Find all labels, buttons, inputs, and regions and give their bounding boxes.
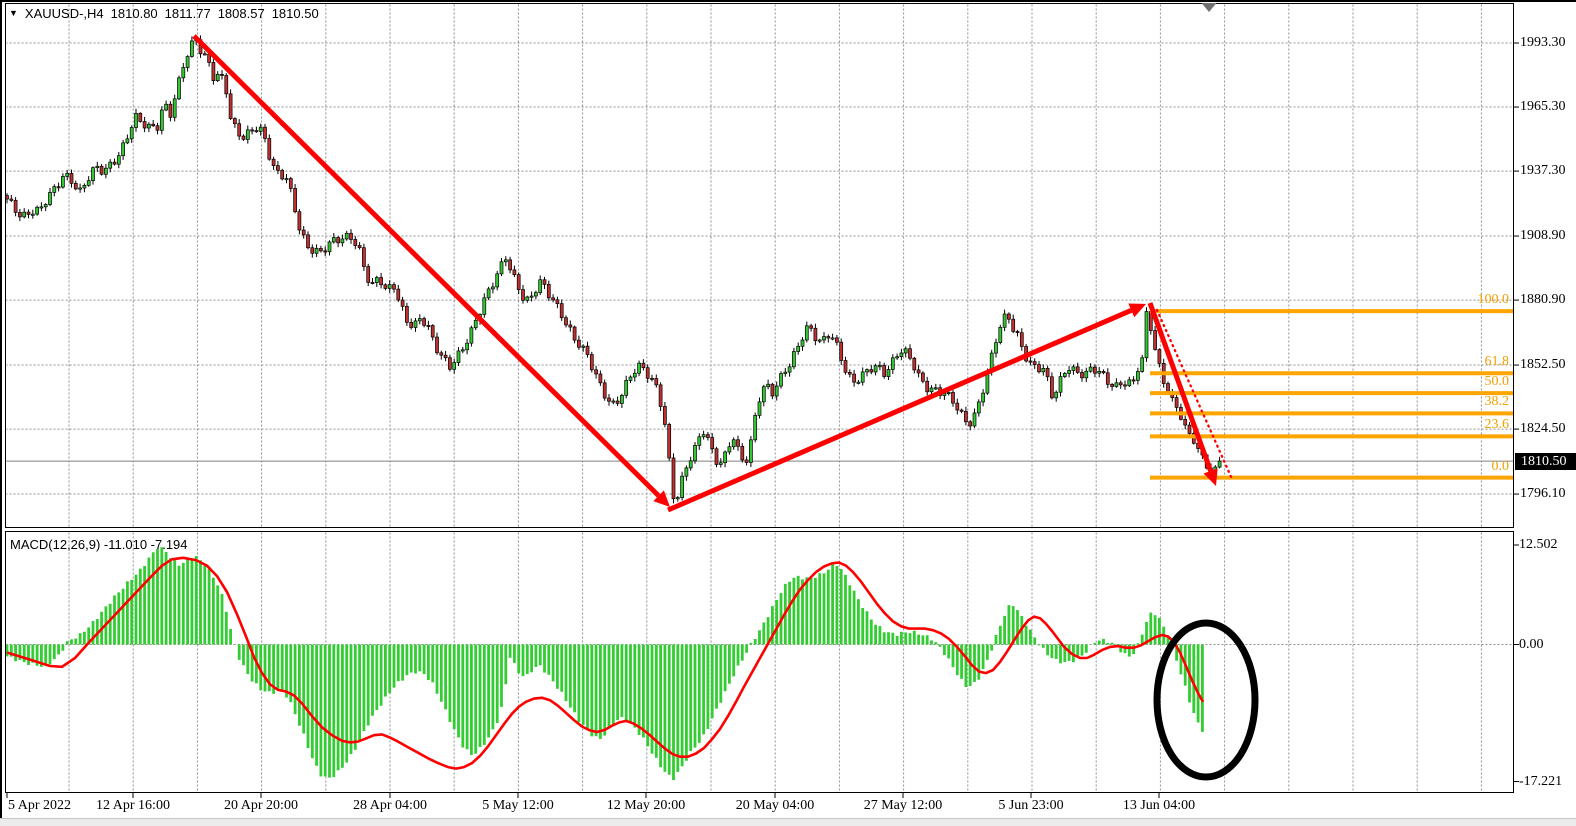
macd-pane-border [6,532,1514,793]
time-axis-label: 12 Apr 16:00 [96,799,170,813]
time-axis-label: 5 Jun 23:00 [998,799,1063,813]
scroll-position-marker-icon[interactable] [1202,3,1217,12]
price-axis-tick-label: 1796.10 [1520,487,1566,501]
trend-arrow[interactable] [668,310,1131,510]
price-axis-tick-label: 1993.30 [1520,36,1566,50]
chart-title: ▼ XAUUSD-,H4 1810.80 1811.77 1808.57 1810.50 [9,6,319,21]
macd-circle-annotation[interactable] [1157,623,1255,777]
window-left-edge [0,0,2,818]
ohlc-close: 1810.50 [272,6,319,21]
price-axis-tick-label: 1908.90 [1520,229,1566,243]
trend-arrow[interactable] [1150,303,1211,471]
fib-level-label: 100.0 [1478,293,1510,307]
price-axis-tick-label: 1965.30 [1520,100,1566,114]
price-axis-tick-label: 1852.50 [1520,358,1566,372]
time-axis-label: 28 Apr 04:00 [353,799,427,813]
macd-histogram [6,547,1204,780]
time-axis-label: 5 May 12:00 [482,799,554,813]
candlestick-series [6,35,1222,503]
time-axis-label: 20 Apr 20:00 [224,799,298,813]
trend-arrow[interactable] [194,36,659,496]
ohlc-high: 1811.77 [165,6,211,21]
time-axis-label: 12 May 20:00 [607,799,686,813]
fib-level-label: 61.8 [1485,355,1510,369]
chart-canvas[interactable] [0,0,1576,825]
macd-axis-tick-label: 0.00 [1519,638,1544,652]
time-axis-label: 20 May 04:00 [736,799,815,813]
fib-level-label: 38.2 [1485,395,1510,409]
price-pane-border [6,4,1514,528]
price-axis-tick-label: 1880.90 [1520,293,1566,307]
current-price-badge: 1810.50 [1515,453,1576,470]
symbol-dropdown-icon[interactable]: ▼ [9,8,18,18]
time-axis-label: 5 Apr 2022 [8,799,71,813]
fib-level-label: 50.0 [1485,375,1510,389]
ohlc-low: 1808.57 [218,6,265,21]
macd-axis-tick-label: 12.502 [1519,538,1558,552]
price-axis-tick-label: 1937.30 [1520,164,1566,178]
time-axis-label: 27 May 12:00 [864,799,943,813]
fib-level-label: 0.0 [1492,460,1510,474]
symbol-period-label: XAUUSD-,H4 [25,6,104,21]
time-axis-label: 13 Jun 04:00 [1123,799,1195,813]
price-axis-tick-label: 1824.50 [1520,422,1566,436]
macd-indicator-label: MACD(12,26,9) -11.010 -7.194 [10,537,188,552]
fib-level-label: 23.6 [1485,418,1510,432]
mt4-chart-window: ▼XAUUSD-,H41810.801811.771808.571810.50 … [0,0,1576,825]
ohlc-open: 1810.80 [111,6,158,21]
macd-axis-tick-label: -17.221 [1519,775,1562,789]
window-top-edge [0,0,1576,2]
